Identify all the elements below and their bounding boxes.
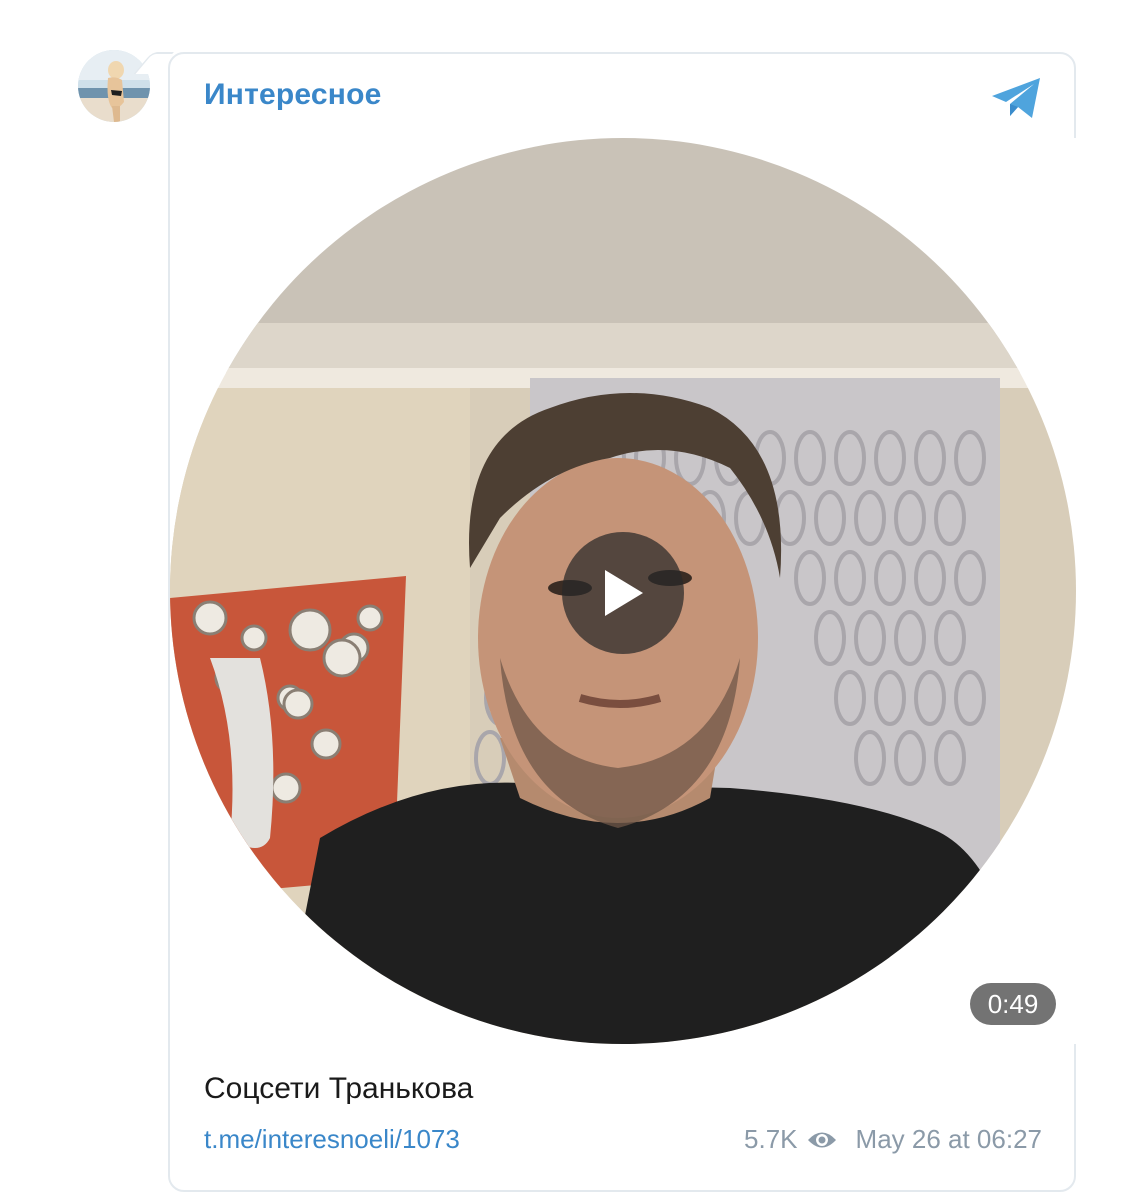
- post-meta: 5.7K May 26 at 06:27: [744, 1124, 1042, 1155]
- telegram-icon[interactable]: [990, 76, 1044, 120]
- play-button[interactable]: [562, 532, 684, 654]
- post-date[interactable]: May 26 at 06:27: [856, 1124, 1042, 1155]
- video-duration-badge: 0:49: [970, 983, 1056, 1025]
- post-caption: Соцсети Транькова: [204, 1072, 474, 1105]
- play-icon: [605, 570, 643, 616]
- post-link[interactable]: t.me/interesnoeli/1073: [204, 1124, 460, 1155]
- view-count: 5.7K: [744, 1124, 798, 1154]
- eye-icon: [807, 1132, 836, 1147]
- channel-avatar[interactable]: [78, 50, 150, 122]
- channel-name[interactable]: Интересное: [204, 78, 382, 112]
